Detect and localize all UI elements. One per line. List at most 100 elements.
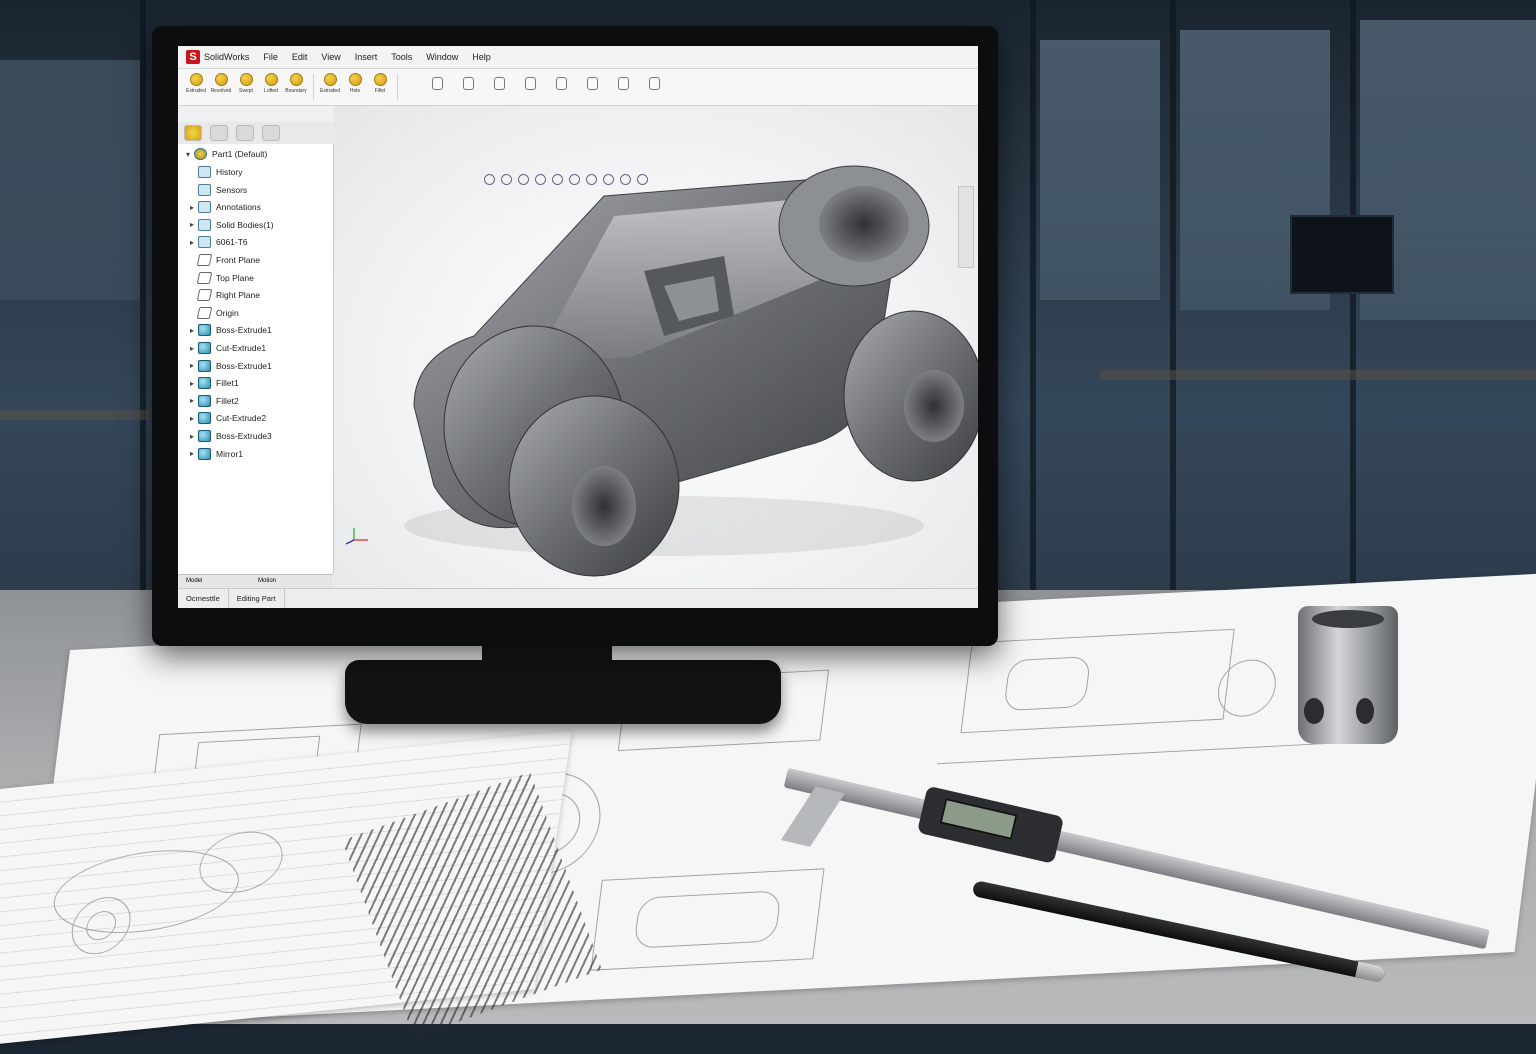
task-pane-tabs[interactable] [958, 186, 974, 268]
feature-icon[interactable] [525, 77, 536, 90]
tab-motion[interactable]: Motion [258, 578, 276, 584]
toolbar-button-lofted[interactable]: Lofted [259, 69, 283, 94]
folder-icon [198, 236, 211, 249]
tree-item[interactable]: Sensors [188, 183, 248, 196]
toolbar-button-swept[interactable]: Swept [234, 69, 258, 94]
toolbar-button-hole[interactable]: Hole [343, 69, 367, 94]
expand-arrow-icon[interactable]: ▸ [188, 449, 196, 458]
tree-item[interactable]: History [188, 166, 242, 178]
feature-tree: ▾ Part1 (Default) History Sensors ▸ Annotat… [178, 144, 334, 574]
cad-application-window: S SolidWorks File Edit View Insert Tools… [178, 46, 978, 608]
property-manager-tab-icon[interactable] [210, 125, 228, 141]
folder-icon [198, 218, 211, 231]
tree-item-label: Solid Bodies(1) [216, 219, 274, 230]
graphics-viewport[interactable] [334, 106, 978, 588]
expand-arrow-icon[interactable]: ▸ [188, 361, 196, 370]
feature-icon[interactable] [556, 77, 567, 90]
menu-edit[interactable]: Edit [292, 52, 308, 62]
expand-arrow-icon[interactable]: ▸ [188, 220, 196, 229]
expand-arrow-icon[interactable]: ▸ [188, 203, 196, 212]
tree-item[interactable]: ▸ Boss-Extrude1 [188, 359, 272, 372]
feature-tree-tab-icon[interactable] [184, 125, 202, 141]
tree-item[interactable]: ▸ Boss-Extrude3 [188, 430, 272, 442]
part-icon [194, 148, 207, 160]
expand-arrow-icon[interactable]: ▸ [188, 379, 196, 388]
tree-item[interactable]: Top Plane [188, 271, 254, 284]
menu-tools[interactable]: Tools [391, 52, 412, 62]
plane-icon [196, 271, 213, 284]
tree-item-label: Right Plane [216, 290, 260, 301]
plane-icon [196, 306, 213, 319]
folder-icon [198, 201, 211, 214]
menu-insert[interactable]: Insert [355, 52, 378, 62]
display-manager-tab-icon[interactable] [262, 125, 280, 141]
tree-item-label: Cut-Extrude2 [216, 413, 267, 424]
tree-item-label: Boss-Extrude3 [216, 431, 272, 441]
tree-item-label: Annotations [216, 202, 261, 213]
feature-icon[interactable] [587, 77, 598, 90]
tree-item-label: Cut-Extrude1 [216, 343, 267, 353]
app-logo-icon: S [186, 50, 200, 64]
machined-cylinder [1298, 606, 1398, 744]
toolbar-button-extruded-boss[interactable]: Extruded [184, 69, 208, 94]
feature-icon[interactable] [618, 77, 629, 90]
tree-item[interactable]: ▸ Fillet1 [188, 377, 239, 390]
status-left: Ocmesttle [178, 589, 229, 608]
expand-arrow-icon[interactable]: ▸ [188, 344, 196, 353]
tree-item[interactable]: Right Plane [188, 289, 260, 302]
feat-icon [198, 377, 211, 390]
feature-icon[interactable] [649, 77, 660, 90]
tree-item[interactable]: ▸ Cut-Extrude1 [188, 342, 266, 354]
status-bar: Ocmesttle Editing Part [178, 588, 978, 608]
tree-item-label: Top Plane [216, 272, 254, 283]
tree-item-label: Origin [216, 307, 239, 318]
hole-icon [348, 73, 362, 86]
menu-view[interactable]: View [321, 52, 340, 62]
tree-root-part[interactable]: ▾ Part1 (Default) [184, 148, 267, 160]
tree-item[interactable]: Front Plane [188, 254, 260, 266]
tree-item[interactable]: ▸ Boss-Extrude1 [188, 324, 272, 337]
toolbar-button-boundary[interactable]: Boundary [284, 69, 308, 94]
fillet-icon [373, 73, 387, 86]
feature-icon[interactable] [494, 77, 505, 90]
tree-item[interactable]: ▸ Solid Bodies(1) [188, 218, 274, 231]
tab-model[interactable]: Model [186, 578, 202, 584]
revolve-icon [214, 73, 228, 86]
command-manager-toolbar: Extruded Revolved Swept Lofted Boundary … [178, 69, 978, 106]
toolbar-separator [313, 74, 314, 100]
expand-arrow-icon[interactable]: ▸ [188, 414, 196, 423]
feature-icon[interactable] [432, 77, 443, 90]
feature-icon[interactable] [463, 77, 474, 90]
tree-item-label: History [216, 167, 243, 177]
tree-item[interactable]: ▸ Fillet2 [188, 394, 239, 407]
extrude-icon [189, 73, 203, 86]
tree-item-label: Sensors [216, 184, 248, 195]
expand-arrow-icon[interactable]: ▸ [188, 396, 196, 405]
expand-arrow-icon[interactable]: ▸ [188, 432, 196, 441]
tree-item-label: 6061-T6 [216, 237, 248, 248]
app-title: SolidWorks [204, 52, 250, 62]
tree-item-label: Fillet1 [216, 378, 239, 389]
expand-arrow-icon[interactable]: ▸ [188, 238, 196, 247]
tree-item[interactable]: ▸ Annotations [188, 201, 261, 214]
feat-icon [198, 430, 211, 442]
tree-item-label: Boss-Extrude1 [216, 360, 272, 371]
loft-icon [264, 73, 278, 86]
cut-icon [323, 73, 337, 86]
tree-item[interactable]: Origin [188, 306, 239, 319]
menu-help[interactable]: Help [472, 52, 491, 62]
feature-manager-tabs [178, 122, 339, 145]
menu-window[interactable]: Window [426, 52, 458, 62]
configuration-tab-icon[interactable] [236, 125, 254, 141]
expand-arrow-icon[interactable]: ▸ [188, 326, 196, 335]
toolbar-button-revolved[interactable]: Revolved [209, 69, 233, 94]
toolbar-button-extruded-cut[interactable]: Extruded [318, 69, 342, 94]
tree-item[interactable]: ▸ 6061-T6 [188, 236, 248, 249]
3d-part-model[interactable] [334, 106, 978, 588]
boundary-icon [289, 73, 303, 86]
tree-item[interactable]: ▸ Mirror1 [188, 447, 243, 460]
toolbar-button-fillet[interactable]: Fillet [368, 69, 392, 94]
tree-item[interactable]: ▸ Cut-Extrude2 [188, 412, 267, 425]
menu-file[interactable]: File [263, 52, 278, 62]
folder-icon [198, 183, 211, 196]
